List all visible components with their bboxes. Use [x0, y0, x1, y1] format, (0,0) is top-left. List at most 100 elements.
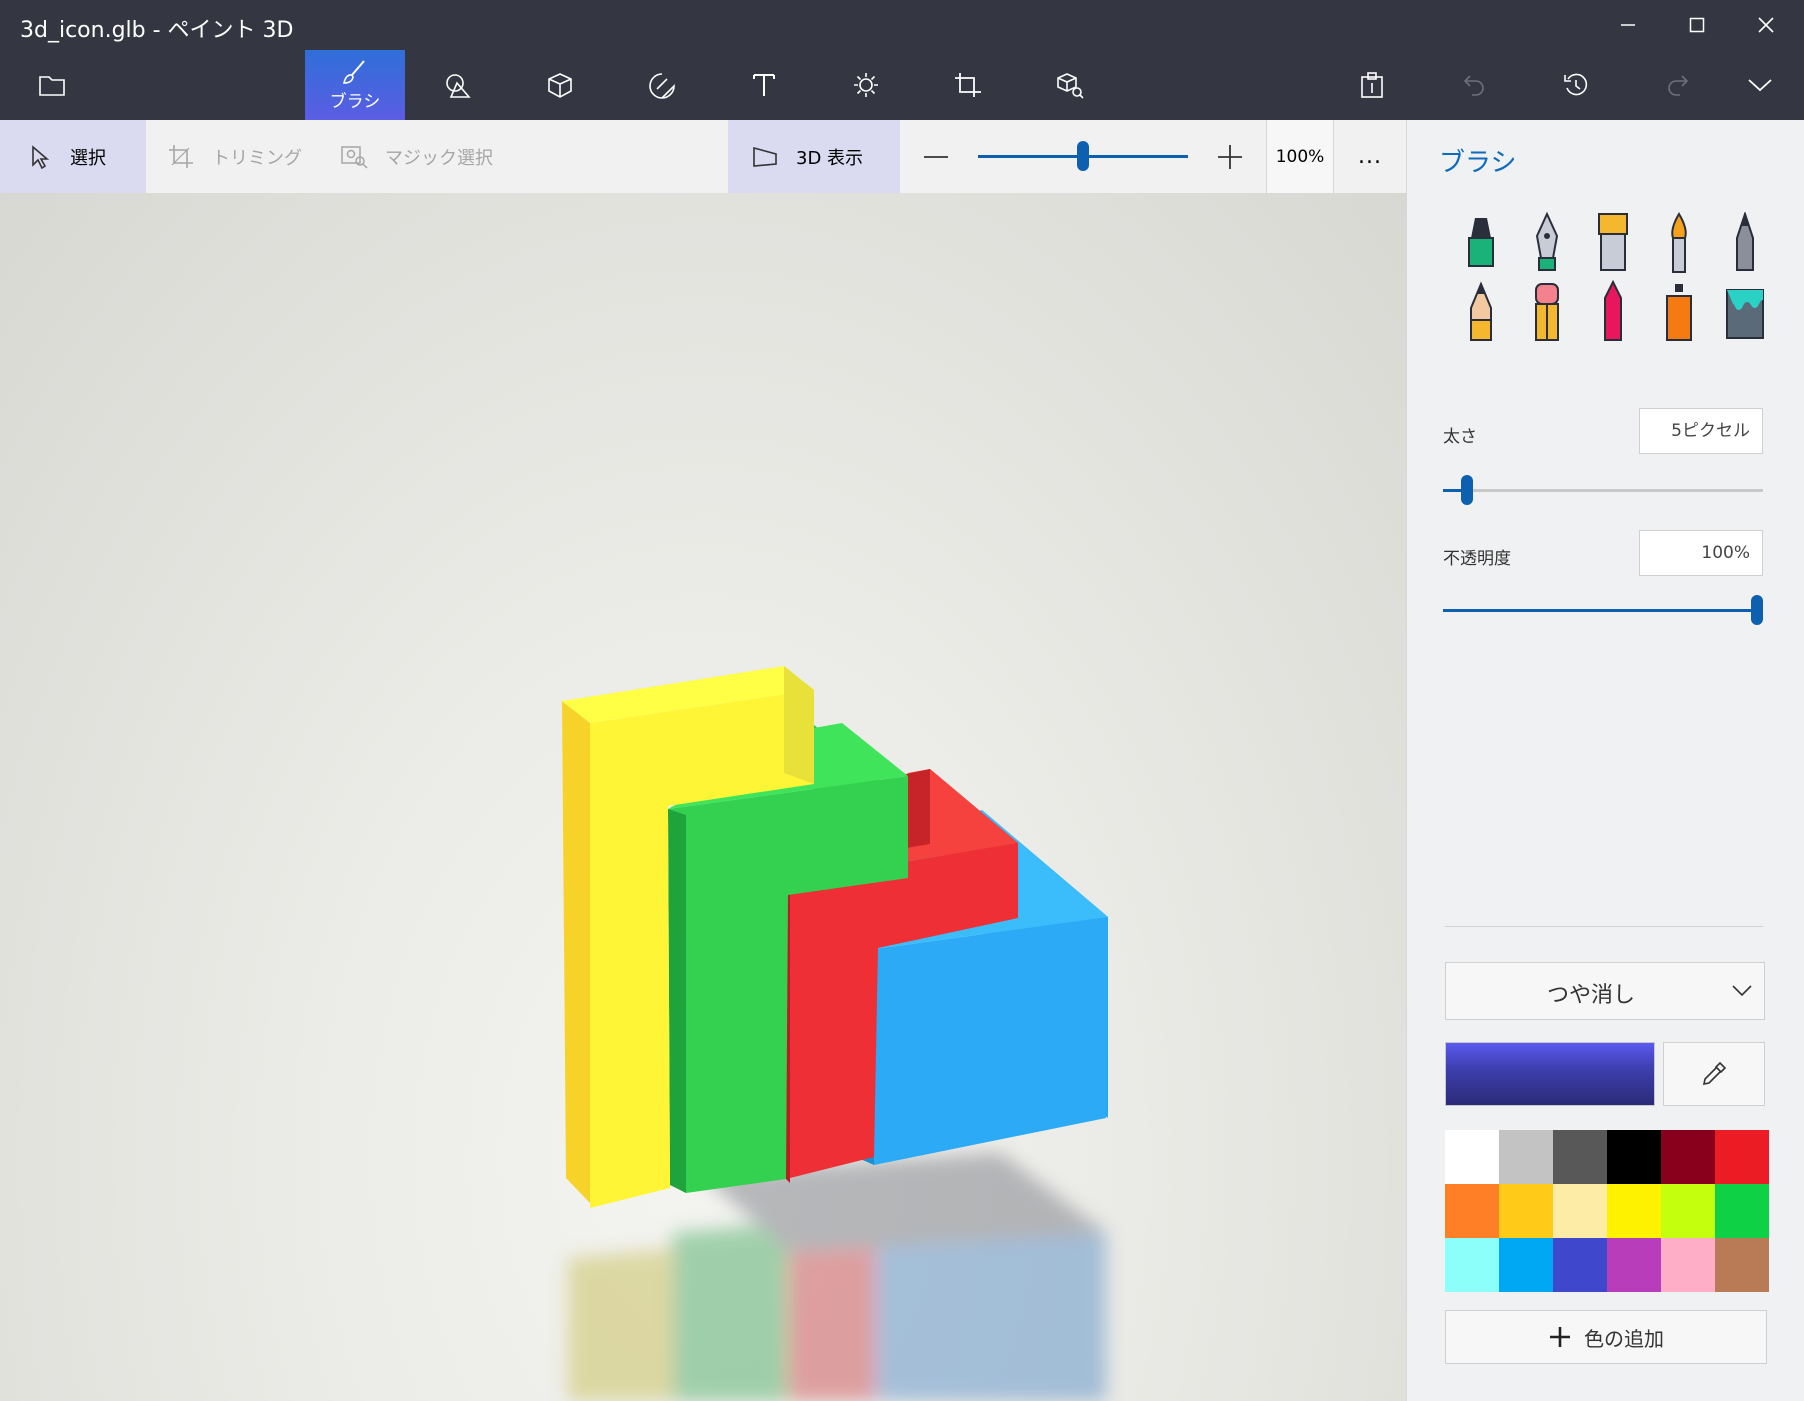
tab-brushes[interactable]: ブラシ	[305, 50, 405, 120]
shapes-2d-icon	[446, 74, 471, 98]
tab-brushes-label: ブラシ	[329, 92, 381, 112]
tab-stickers[interactable]	[612, 50, 712, 120]
palette-color-swatch[interactable]	[1661, 1238, 1715, 1292]
close-button[interactable]	[1732, 0, 1800, 50]
add-color-label: 色の追加	[1584, 1326, 1664, 1351]
menu-button[interactable]	[2, 50, 102, 120]
view-3d-label: 3D 表示	[796, 147, 864, 169]
palette-color-swatch[interactable]	[1715, 1184, 1769, 1238]
tab-text[interactable]	[714, 50, 814, 120]
calligraphy-pen-icon[interactable]	[1523, 211, 1571, 276]
paint3d-window: 3d_icon.glb - ペイント 3D ブラシ 選択 トリミング マジック選…	[0, 0, 1804, 1401]
zoom-value[interactable]: 100%	[1267, 120, 1333, 193]
finish-dropdown[interactable]: つや消し	[1445, 962, 1765, 1020]
maximize-icon	[1689, 17, 1705, 33]
folder-icon	[39, 76, 65, 96]
view-3d-icon	[750, 142, 780, 172]
tab-3d-shapes[interactable]	[510, 50, 610, 120]
crop-label: トリミング	[212, 147, 302, 169]
history-icon	[1564, 73, 1588, 96]
thickness-value[interactable]: 5ピクセル	[1639, 408, 1763, 454]
select-label: 選択	[70, 147, 106, 169]
canvas-area[interactable]	[0, 193, 1406, 1401]
tab-2d-shapes[interactable]	[408, 50, 508, 120]
paste-button[interactable]	[1322, 50, 1422, 120]
opacity-value[interactable]: 100%	[1639, 530, 1763, 576]
palette-color-swatch[interactable]	[1553, 1184, 1607, 1238]
select-button[interactable]: 選択	[0, 120, 146, 193]
tab-3d-library[interactable]	[1020, 50, 1120, 120]
minus-icon	[924, 155, 948, 158]
watercolor-brush-icon[interactable]	[1655, 212, 1703, 276]
sticker-icon	[649, 73, 675, 99]
magic-select-label: マジック選択	[385, 147, 493, 169]
opacity-slider-thumb[interactable]	[1751, 595, 1763, 625]
cube-icon	[548, 73, 572, 98]
palette-color-swatch[interactable]	[1499, 1184, 1553, 1238]
thickness-slider-thumb[interactable]	[1461, 475, 1473, 505]
palette-color-swatch[interactable]	[1607, 1184, 1661, 1238]
panel-divider	[1445, 926, 1763, 927]
text-icon	[753, 74, 775, 96]
thickness-slider-track	[1443, 489, 1763, 492]
palette-color-swatch[interactable]	[1661, 1130, 1715, 1184]
view-3d-button[interactable]: 3D 表示	[728, 120, 900, 193]
thickness-label: 太さ	[1443, 427, 1477, 447]
palette-color-swatch[interactable]	[1445, 1130, 1499, 1184]
palette-color-swatch[interactable]	[1661, 1184, 1715, 1238]
crop-button[interactable]: トリミング	[166, 120, 302, 193]
main-toolbar: ブラシ	[0, 50, 1804, 120]
palette-color-swatch[interactable]	[1553, 1130, 1607, 1184]
3d-model-view[interactable]	[0, 193, 1406, 1401]
palette-color-swatch[interactable]	[1499, 1130, 1553, 1184]
eyedropper-icon	[1702, 1061, 1727, 1086]
pencil-icon[interactable]	[1457, 280, 1505, 344]
undo-button[interactable]	[1424, 50, 1524, 120]
cursor-icon	[24, 142, 54, 172]
palette-color-swatch[interactable]	[1715, 1238, 1769, 1292]
magic-select-button[interactable]: マジック選択	[339, 120, 493, 193]
window-title: 3d_icon.glb - ペイント 3D	[20, 18, 294, 43]
opacity-slider[interactable]	[1443, 592, 1763, 628]
clipboard-icon	[1361, 72, 1383, 98]
selection-toolbar: 選択 トリミング マジック選択 3D 表示 100% ...	[0, 120, 1406, 194]
zoom-slider-thumb[interactable]	[1077, 141, 1089, 171]
history-button[interactable]	[1526, 50, 1626, 120]
undo-icon	[1463, 75, 1484, 96]
crayon-icon[interactable]	[1589, 279, 1637, 344]
zoom-in-button[interactable]	[1216, 120, 1244, 193]
tab-canvas[interactable]	[918, 50, 1018, 120]
eyedropper-button[interactable]	[1663, 1042, 1765, 1106]
palette-color-swatch[interactable]	[1445, 1184, 1499, 1238]
color-palette	[1445, 1130, 1769, 1292]
panel-title: ブラシ	[1439, 148, 1517, 178]
pixel-pen-icon[interactable]	[1721, 210, 1769, 276]
chevron-down-icon	[1748, 79, 1772, 92]
opacity-slider-fill	[1443, 609, 1757, 612]
palette-color-swatch[interactable]	[1553, 1238, 1607, 1292]
expand-toolbar-button[interactable]	[1716, 50, 1804, 120]
palette-color-swatch[interactable]	[1715, 1130, 1769, 1184]
redo-button[interactable]	[1628, 50, 1728, 120]
sun-icon	[854, 73, 878, 97]
brush-icon	[343, 60, 365, 84]
more-options-button[interactable]: ...	[1346, 120, 1394, 193]
tab-effects[interactable]	[816, 50, 916, 120]
thickness-slider[interactable]	[1443, 472, 1763, 508]
fill-bucket-icon[interactable]	[1721, 280, 1769, 344]
marker-brush-icon[interactable]	[1457, 212, 1505, 276]
eraser-icon[interactable]	[1523, 280, 1571, 344]
minimize-button[interactable]	[1594, 0, 1662, 50]
oil-brush-icon[interactable]	[1589, 212, 1637, 276]
spray-can-icon[interactable]	[1655, 280, 1703, 344]
add-color-button[interactable]: 色の追加	[1445, 1310, 1767, 1364]
palette-color-swatch[interactable]	[1445, 1238, 1499, 1292]
zoom-out-button[interactable]	[922, 120, 950, 193]
maximize-button[interactable]	[1663, 0, 1731, 50]
palette-color-swatch[interactable]	[1499, 1238, 1553, 1292]
current-color-swatch[interactable]	[1445, 1042, 1655, 1106]
palette-color-swatch[interactable]	[1607, 1130, 1661, 1184]
redo-icon	[1668, 75, 1689, 96]
palette-color-swatch[interactable]	[1607, 1238, 1661, 1292]
zoom-slider[interactable]	[978, 120, 1188, 193]
